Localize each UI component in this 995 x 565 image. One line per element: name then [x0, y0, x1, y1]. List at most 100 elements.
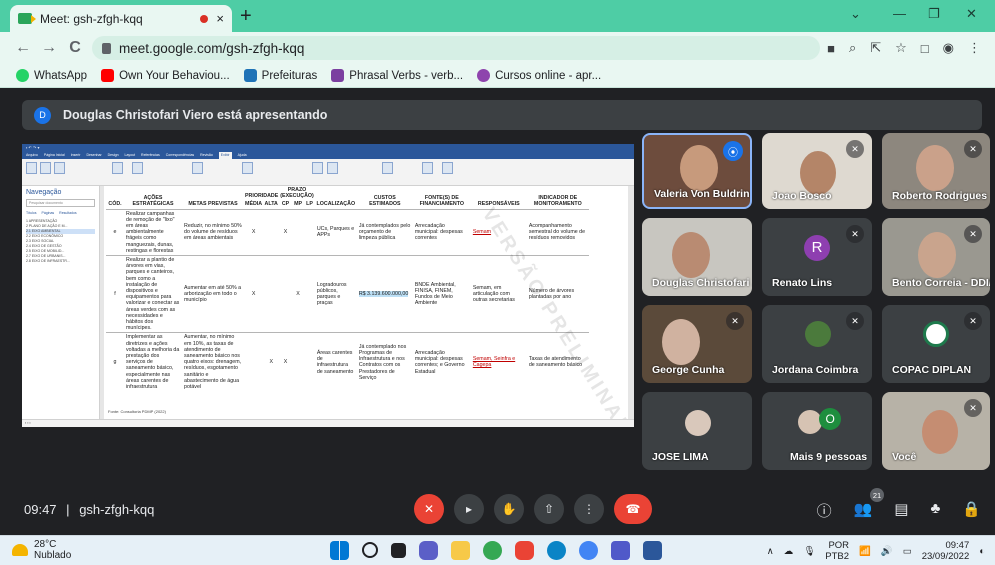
tab-title: Meet: gsh-zfgh-kqq — [40, 11, 143, 26]
present-button[interactable]: ⇧ — [534, 494, 564, 524]
teams-icon[interactable] — [611, 541, 630, 560]
menu-icon[interactable]: ⋮ — [968, 40, 981, 56]
participant-tile[interactable]: JOSE LIMA — [642, 392, 752, 470]
copac-logo — [923, 321, 949, 347]
table-footnote: Fonte: Consultoria PDMP (2022) — [108, 409, 166, 414]
sidebar-icon[interactable]: □ — [921, 41, 929, 56]
bookmarks-bar: WhatsApp Own Your Behaviou... Prefeitura… — [0, 64, 995, 88]
col-metas: METAS PREVISTAS — [188, 201, 238, 208]
participant-tile[interactable]: ✕ George Cunha — [642, 305, 752, 383]
shared-screen[interactable]: ▪ ↶ ↷ ▾ Arquivo Página Inicial Inserir Dese… — [22, 144, 634, 427]
chrome-icon[interactable] — [483, 541, 502, 560]
camera-indicator-icon[interactable]: ■ — [827, 41, 835, 56]
participant-tile[interactable]: Douglas Christofari ... — [642, 218, 752, 296]
participant-tile[interactable]: ✕ Joao Bosco — [762, 133, 872, 209]
address-bar[interactable]: meet.google.com/gsh-zfgh-kqq — [92, 36, 820, 60]
participant-tile[interactable]: ✕ Roberto Rodrigues — [882, 133, 990, 209]
share-icon[interactable]: ⇱ — [870, 40, 881, 56]
host-controls-icon[interactable]: 🔒 — [962, 500, 981, 521]
bookmark-youtube[interactable]: Own Your Behaviou... — [101, 69, 230, 82]
mic-toggle-button[interactable]: ✕ — [414, 494, 444, 524]
browser-tab[interactable]: Meet: gsh-zfgh-kqq × — [10, 5, 232, 32]
more-participants-tile[interactable]: O Mais 9 pessoas — [762, 392, 872, 470]
col-mp: MP — [294, 201, 303, 208]
zoom-icon[interactable]: ⌕ — [849, 40, 856, 56]
reload-button[interactable]: C — [62, 39, 88, 57]
chrome-profile-icon[interactable] — [579, 541, 598, 560]
col-fontes: FONTE(S) DE FINANCIAMENTO — [419, 195, 464, 208]
raise-hand-button[interactable]: ✋ — [494, 494, 524, 524]
temperature: 28°C — [34, 539, 57, 550]
leave-call-button[interactable]: ☎ — [614, 494, 652, 524]
info-icon[interactable]: ⓘ — [817, 500, 832, 521]
back-button[interactable]: ← — [10, 39, 36, 57]
people-icon[interactable]: 👥 — [854, 500, 873, 521]
bookmark-prefeituras[interactable]: Prefeituras — [243, 69, 317, 82]
new-tab-button[interactable]: + — [240, 6, 252, 26]
participant-tile[interactable]: ✕ Jordana Coimbra — [762, 305, 872, 383]
word-body: Navegação Pesquisar documento Títulos Pá… — [22, 186, 634, 427]
col-responsaveis: RESPONSÁVEIS — [477, 201, 520, 208]
profile-icon[interactable]: ◉ — [943, 40, 954, 56]
col-prazo: PRAZO (EXECUÇÃO) — [280, 187, 314, 200]
document-page: CÓD. AÇÕES ESTRATÉGICAS METAS PREVISTAS … — [104, 186, 634, 427]
office-icon[interactable] — [515, 541, 534, 560]
minimize-button[interactable]: — — [893, 6, 906, 21]
battery-icon[interactable]: ▭ — [903, 546, 912, 557]
word-title-bar: ▪ ↶ ↷ ▾ — [22, 144, 634, 152]
participant-tile[interactable]: ✕ COPAC DIPLAN — [882, 305, 990, 383]
self-video — [922, 410, 958, 454]
forward-button[interactable]: → — [36, 39, 62, 57]
chat-app-icon[interactable] — [419, 541, 438, 560]
more-options-button[interactable]: ⋮ — [574, 494, 604, 524]
bookmark-phrasal-verbs[interactable]: Phrasal Verbs - verb... — [331, 69, 463, 82]
wifi-icon[interactable]: 📶 — [859, 546, 871, 557]
bookmark-cursos[interactable]: Cursos online - apr... — [477, 69, 601, 82]
participant-video — [672, 232, 710, 278]
nav-tab-paginas[interactable]: Páginas — [42, 211, 55, 215]
file-explorer-icon[interactable] — [451, 541, 470, 560]
notifications-icon[interactable]: ◐ — [979, 546, 985, 557]
bookmark-star-icon[interactable]: ☆ — [895, 40, 907, 56]
lock-icon — [102, 42, 111, 54]
cloud-icon[interactable]: ☁ — [784, 546, 794, 557]
participant-avatar — [798, 410, 822, 434]
edge-icon[interactable] — [547, 541, 566, 560]
camera-toggle-button[interactable]: ▸ — [454, 494, 484, 524]
word-icon[interactable] — [643, 541, 662, 560]
self-tile[interactable]: ✕ Você — [882, 392, 990, 470]
weather-widget[interactable]: 28°C Nublado — [12, 539, 71, 561]
tab-search-button[interactable]: ⌄ — [850, 6, 861, 22]
participant-tile[interactable]: R ✕ Renato Lins — [762, 218, 872, 296]
close-window-button[interactable]: ✕ — [966, 6, 977, 22]
nav-search-input[interactable]: Pesquisar documento — [26, 199, 95, 207]
toolbar-actions: ■ ⌕ ⇱ ☆ □ ◉ ⋮ — [827, 40, 981, 56]
mic-off-icon: ✕ — [846, 140, 864, 158]
nav-tab-resultados[interactable]: Resultados — [59, 211, 77, 215]
tray-overflow-icon[interactable]: ∧ — [767, 546, 774, 557]
start-icon[interactable] — [330, 541, 349, 560]
activities-icon[interactable]: ♣ — [930, 500, 940, 521]
participant-tile[interactable]: ⦿ Valeria Von Buldring — [642, 133, 752, 209]
bookmark-whatsapp[interactable]: WhatsApp — [16, 69, 87, 82]
tab-close-button[interactable]: × — [216, 11, 224, 26]
col-cp: CP — [281, 201, 290, 208]
nav-tab-titulos[interactable]: Títulos — [26, 211, 37, 215]
volume-icon[interactable]: 🔊 — [881, 546, 893, 557]
tab-strip: Meet: gsh-zfgh-kqq × + ⌄ — ❐ ✕ — [0, 0, 995, 32]
nav-heading-item[interactable]: 2.8 EIXO DE INFRAESTR... — [26, 259, 95, 264]
restore-button[interactable]: ❐ — [928, 6, 940, 22]
mic-off-icon: ✕ — [846, 225, 864, 243]
mic-off-icon: ✕ — [964, 225, 982, 243]
mic-tray-icon[interactable]: 🎙 — [803, 546, 815, 557]
chat-icon[interactable]: ▤ — [894, 500, 908, 521]
participant-tile[interactable]: ✕ Bento Correia - DDI/... — [882, 218, 990, 296]
weather-condition: Nublado — [34, 550, 72, 561]
search-icon[interactable] — [362, 542, 378, 558]
clock[interactable]: 09:47 23/09/2022 — [922, 540, 970, 562]
mic-off-icon: ✕ — [964, 140, 982, 158]
language-indicator[interactable]: POR PTB2 — [825, 540, 849, 562]
task-view-icon[interactable] — [391, 543, 406, 558]
col-cod: CÓD. — [108, 201, 122, 208]
tm-icon — [331, 69, 345, 82]
